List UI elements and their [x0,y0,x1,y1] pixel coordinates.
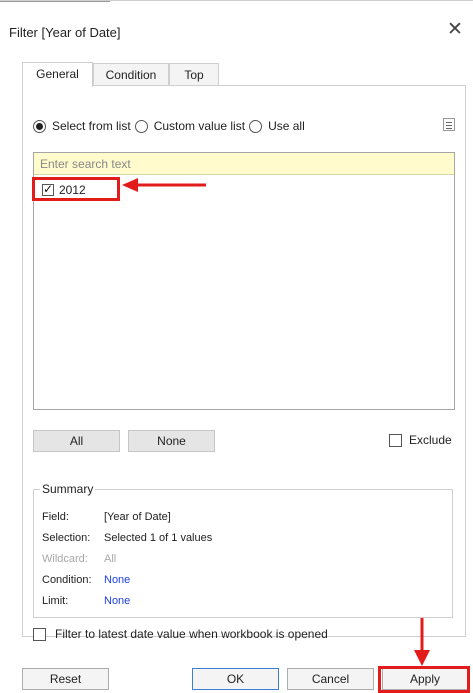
summary-selection-row: Selection: Selected 1 of 1 values [42,532,212,544]
condition-value-link[interactable]: None [104,574,130,586]
tab-general[interactable]: General [22,62,93,87]
radio-custom-value-list-label[interactable]: Custom value list [154,119,245,133]
radio-select-from-list[interactable] [33,119,46,133]
radio-custom-value-list[interactable] [134,119,148,133]
summary-wildcard-row: Wildcard: All [42,553,116,565]
tab-condition[interactable]: Condition [93,63,169,87]
field-key: Field: [42,511,69,523]
cancel-button[interactable]: Cancel [287,668,374,690]
window-top-accent [0,1,110,2]
close-icon[interactable]: ✕ [447,20,463,40]
annotation-arrow-left [122,178,206,192]
latest-date-label: Filter to latest date value when workboo… [55,627,328,641]
selection-value: Selected 1 of 1 values [104,532,213,544]
summary-title: Summary [40,482,96,496]
radio-select-from-list-label[interactable]: Select from list [52,119,131,133]
radio-use-all-label[interactable]: Use all [268,119,305,133]
exclude-label: Exclude [409,433,452,447]
summary-limit-row: Limit: None [42,595,130,607]
ok-button[interactable]: OK [192,668,279,690]
limit-key: Limit: [42,595,69,607]
all-button[interactable]: All [33,430,120,452]
tab-top[interactable]: Top [169,63,219,87]
highlight-box-2012 [32,177,120,201]
exclude-checkbox-box[interactable] [389,433,402,447]
latest-date-checkbox-box[interactable] [33,627,46,641]
apply-button[interactable]: Apply [382,668,468,690]
wildcard-value: All [104,553,117,565]
summary-field-row: Field: [Year of Date] [42,511,171,523]
search-input[interactable] [34,153,454,175]
condition-key: Condition: [42,574,92,586]
latest-date-checkbox[interactable]: Filter to latest date value when workboo… [33,627,328,641]
radio-use-all[interactable] [249,119,263,133]
exclude-checkbox[interactable]: Exclude [389,433,452,447]
selection-key: Selection: [42,532,91,544]
annotation-arrow-down [414,618,430,666]
field-value: [Year of Date] [104,511,171,523]
summary-condition-row: Condition: None [42,574,130,586]
reset-button[interactable]: Reset [22,668,109,690]
dialog-title: Filter [Year of Date] [9,25,121,40]
filter-mode-group: Select from list Custom value list Use a… [33,118,309,134]
wildcard-key: Wildcard: [42,553,88,565]
none-button[interactable]: None [128,430,215,452]
list-menu-icon[interactable] [443,118,455,131]
limit-value-link[interactable]: None [104,595,130,607]
